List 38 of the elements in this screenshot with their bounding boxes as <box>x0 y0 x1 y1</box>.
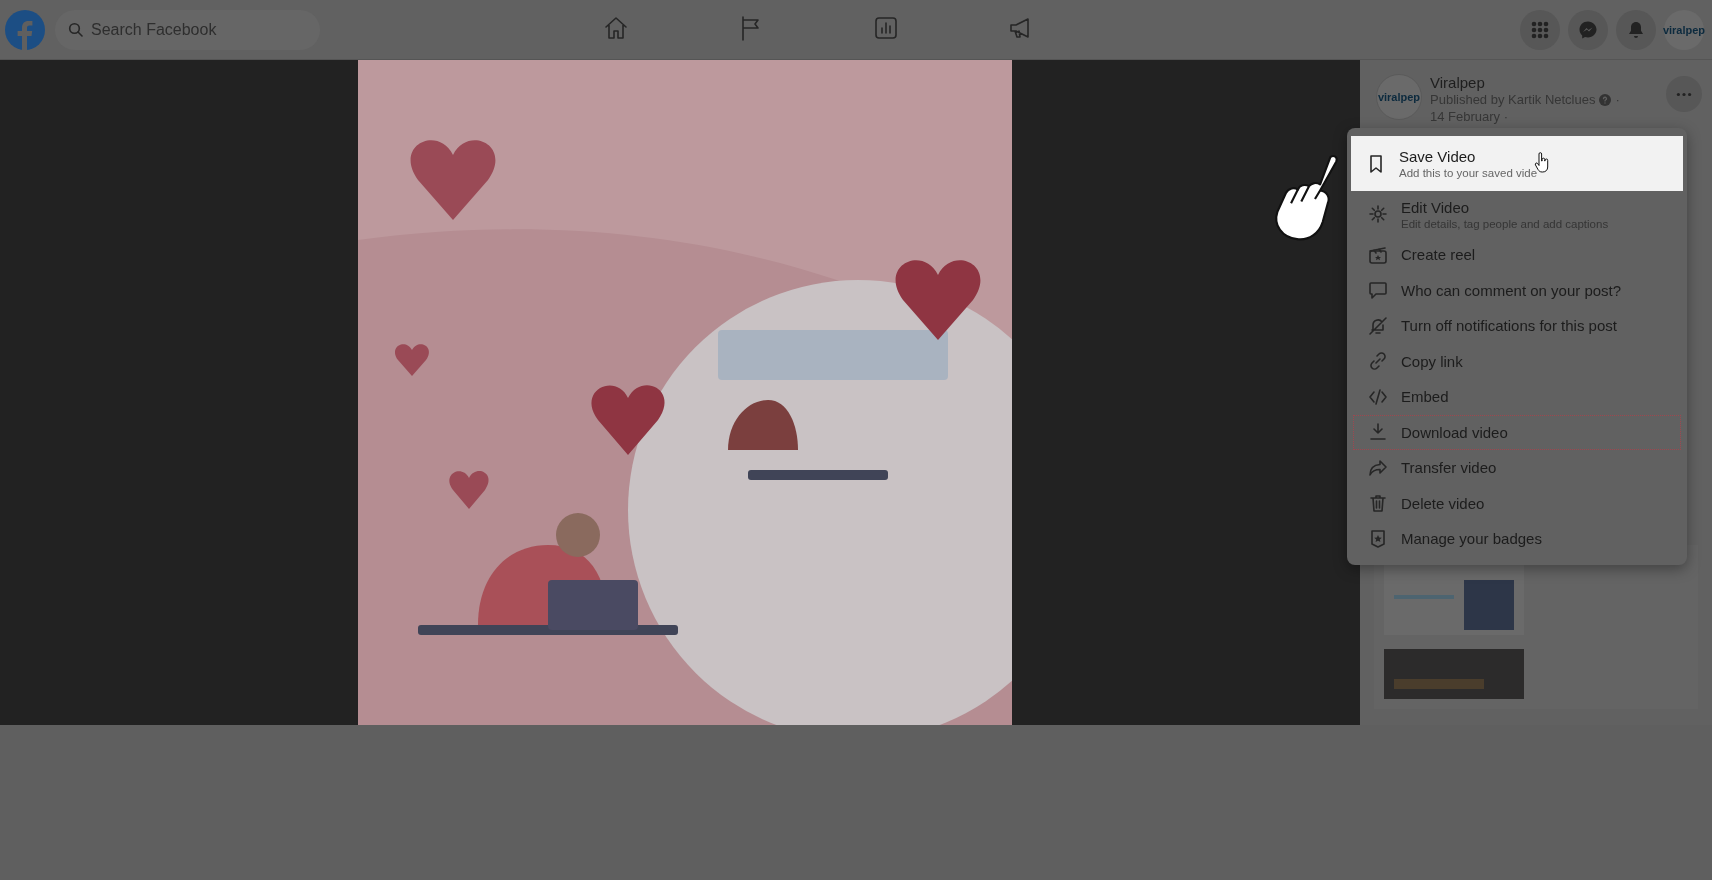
menu-button[interactable] <box>1520 9 1560 50</box>
menu-item[interactable]: Copy link <box>1353 343 1681 379</box>
trash-icon <box>1368 493 1388 514</box>
download-icon <box>1368 422 1388 443</box>
menu-item[interactable]: Manage your badges <box>1353 521 1681 557</box>
menu-item[interactable]: Download video <box>1353 414 1681 450</box>
search-field[interactable]: Search Facebook <box>55 9 320 50</box>
messenger-icon <box>1578 19 1598 40</box>
facebook-logo-icon[interactable] <box>5 9 45 50</box>
menu-item[interactable]: Turn off notifications for this post <box>1353 308 1681 344</box>
home-icon <box>602 14 630 42</box>
account-button[interactable]: viralpep <box>1664 9 1704 50</box>
comment-icon <box>1368 280 1388 301</box>
link-icon <box>1368 351 1388 372</box>
share-icon <box>1368 457 1388 478</box>
separator-dot: · <box>1615 91 1620 108</box>
menu-item[interactable]: Transfer video <box>1353 450 1681 486</box>
menu-item[interactable]: Create reel <box>1353 237 1681 273</box>
bell-icon <box>1626 19 1646 40</box>
code-icon <box>1368 386 1388 407</box>
grid-icon <box>1530 19 1550 40</box>
menu-item[interactable]: Delete video <box>1353 485 1681 521</box>
bell-off-icon <box>1368 315 1388 336</box>
gear-icon <box>1368 204 1388 224</box>
page-logo[interactable]: viralpep <box>1376 74 1422 120</box>
chart-icon <box>872 14 900 42</box>
more-icon <box>1676 91 1692 97</box>
help-icon[interactable] <box>1599 93 1612 106</box>
menu-item[interactable]: Save Video Add this to your saved vide <box>1351 136 1683 191</box>
notifications-button[interactable] <box>1616 9 1656 50</box>
messenger-button[interactable] <box>1568 9 1608 50</box>
reel-icon <box>1368 244 1388 265</box>
more-options-button[interactable] <box>1666 76 1702 112</box>
page-name[interactable]: Viralpep <box>1430 74 1620 91</box>
search-icon <box>68 21 84 38</box>
menu-item[interactable]: Embed <box>1353 379 1681 415</box>
badge-icon <box>1368 528 1388 549</box>
menu-item[interactable]: Who can comment on your post? <box>1353 272 1681 308</box>
